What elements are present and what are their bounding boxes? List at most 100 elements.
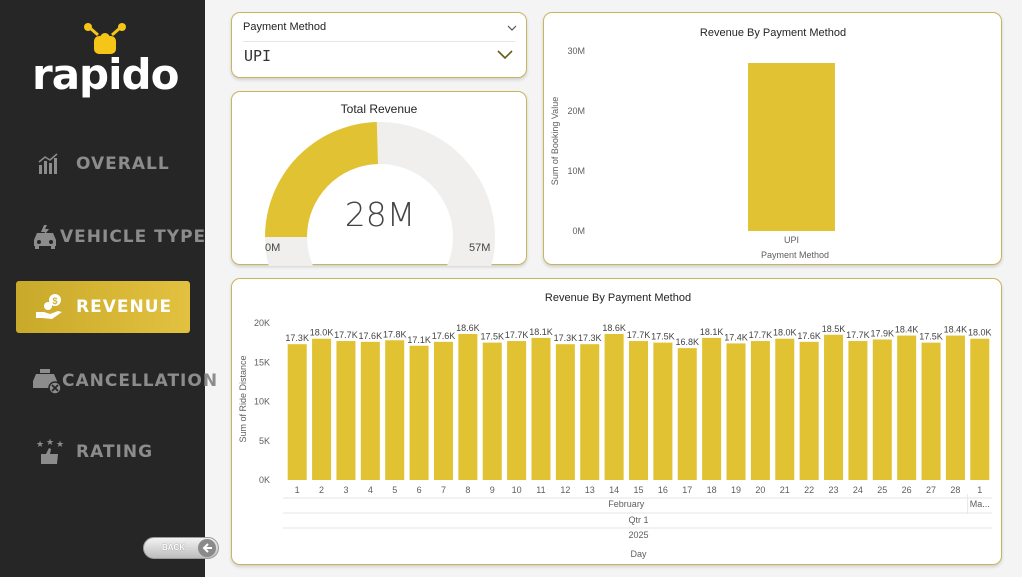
x-tick-label: 23 <box>829 485 839 495</box>
x-tick-label: 1 <box>295 485 300 495</box>
nav-item-revenue[interactable]: $ REVENUE <box>16 281 190 333</box>
chart-title: Revenue By Payment Method <box>700 27 846 39</box>
y-tick-label: 15K <box>254 357 270 367</box>
data-label: 17.5K <box>651 332 675 342</box>
data-label: 17.3K <box>578 333 602 343</box>
data-label: 18.0K <box>773 328 797 338</box>
bar <box>580 344 600 480</box>
nav-item-overall[interactable]: OVERALL <box>16 138 190 190</box>
nav-item-rating[interactable]: ★ ★ ★ RATING <box>16 426 190 478</box>
month-label: Ma... <box>970 499 990 509</box>
month-label: February <box>608 499 645 509</box>
bar <box>360 341 380 480</box>
bar <box>750 341 770 480</box>
y-tick-label: 10K <box>254 397 270 407</box>
data-label: 17.6K <box>797 331 821 341</box>
data-label: 17.5K <box>480 332 504 342</box>
x-tick-label: 13 <box>585 485 595 495</box>
x-tick-label: 28 <box>950 485 960 495</box>
data-label: 17.9K <box>871 328 895 338</box>
cancelled-taxi-icon <box>30 366 62 396</box>
x-tick-label: 16 <box>658 485 668 495</box>
gauge-min-label: 0M <box>265 242 281 254</box>
rating-thumbs-up-icon: ★ ★ ★ <box>30 437 70 467</box>
data-label: 17.3K <box>285 333 309 343</box>
chevron-down-icon[interactable] <box>507 19 517 37</box>
data-label: 17.7K <box>749 330 773 340</box>
svg-text:★: ★ <box>56 439 64 449</box>
bar <box>409 345 429 480</box>
bar <box>287 344 307 480</box>
data-label: 17.6K <box>359 331 383 341</box>
y-tick-label: 0M <box>572 226 585 236</box>
dropdown-chevron-icon[interactable] <box>496 47 514 65</box>
bar <box>507 341 527 480</box>
x-tick-label: UPI <box>784 235 799 245</box>
data-label: 16.8K <box>675 337 699 347</box>
bar <box>555 344 575 480</box>
bar <box>702 337 722 480</box>
data-label: 18.1K <box>700 327 724 337</box>
x-axis-title: Payment Method <box>761 250 829 260</box>
data-label: 17.3K <box>554 333 578 343</box>
bar <box>482 342 502 480</box>
data-label: 17.5K <box>919 332 943 342</box>
y-tick-label: 0K <box>259 475 270 485</box>
x-tick-label: 27 <box>926 485 936 495</box>
x-tick-label: 25 <box>877 485 887 495</box>
x-tick-label: 15 <box>633 485 643 495</box>
bar <box>748 63 835 231</box>
bar <box>799 341 819 480</box>
x-tick-label: 22 <box>804 485 814 495</box>
gauge-chart <box>265 122 495 266</box>
bar <box>433 341 453 480</box>
gauge-value: 28M <box>344 195 416 234</box>
data-label: 18.5K <box>822 324 846 334</box>
back-button[interactable]: BACK <box>143 537 219 559</box>
nav-label-vehicle-type: VEHICLE TYPE <box>60 227 207 247</box>
gauge-max-label: 57M <box>469 242 491 254</box>
x-tick-label: 1 <box>977 485 982 495</box>
slicer-selected-value[interactable]: UPI <box>244 47 271 65</box>
data-label: 17.7K <box>627 330 651 340</box>
payment-method-slicer[interactable]: Payment Method UPI <box>231 12 527 78</box>
y-tick-label: 30M <box>567 46 585 56</box>
chart-title: Revenue By Payment Method <box>545 292 691 304</box>
x-tick-label: 2 <box>319 485 324 495</box>
svg-text:★: ★ <box>36 439 44 449</box>
money-hand-icon: $ <box>30 292 70 322</box>
payment-method-bar-chart: Revenue By Payment Method 0M 10M 20M 30M Sum … <box>550 27 846 260</box>
x-tick-label: 4 <box>368 485 373 495</box>
x-tick-label: 21 <box>780 485 790 495</box>
nav-item-vehicle-type[interactable]: VEHICLE TYPE <box>16 211 205 263</box>
back-button-label: BACK <box>162 543 186 552</box>
revenue-by-payment-method-chart: Revenue By Payment Method 0M 10M 20M 30M Sum … <box>543 12 1002 265</box>
bar <box>677 348 697 480</box>
bar <box>628 341 649 480</box>
x-tick-label: 19 <box>731 485 741 495</box>
slicer-title: Payment Method <box>243 21 327 33</box>
data-label: 18.4K <box>944 325 968 335</box>
data-label: 18.4K <box>895 325 919 335</box>
bar <box>336 341 356 480</box>
y-tick-label: 20K <box>254 318 270 328</box>
data-label: 18.6K <box>602 323 626 333</box>
x-tick-label: 3 <box>343 485 348 495</box>
y-tick-label: 20M <box>567 106 585 116</box>
bar <box>653 342 673 480</box>
arrow-left-icon <box>198 539 216 557</box>
bar <box>848 341 868 480</box>
data-label: 18.0K <box>968 328 992 338</box>
bar <box>385 340 405 480</box>
nav-item-cancellation[interactable]: CANCELLATION <box>16 355 217 407</box>
data-label: 17.7K <box>334 330 358 340</box>
bar <box>872 339 892 480</box>
bar <box>604 333 624 480</box>
x-tick-label: 18 <box>707 485 717 495</box>
x-tick-label: 9 <box>490 485 495 495</box>
bar <box>458 333 478 480</box>
x-tick-label: 17 <box>682 485 692 495</box>
svg-text:★: ★ <box>46 438 54 447</box>
data-label: 17.1K <box>407 335 431 345</box>
bar <box>726 343 746 480</box>
